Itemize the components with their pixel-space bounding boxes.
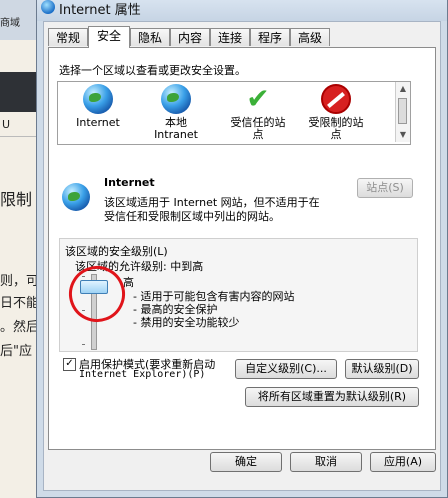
- zone-list-scrollbar[interactable]: ▲ ▼: [395, 82, 410, 142]
- tab-general[interactable]: 常规: [48, 28, 88, 46]
- zone-local-intranet[interactable]: 本地 Intranet: [136, 84, 216, 141]
- background-divider: [0, 136, 40, 137]
- cancel-button[interactable]: 取消: [290, 452, 362, 472]
- ie-globe-icon: [41, 0, 55, 14]
- dialog-client-area: 常规 安全 隐私 内容 连接 程序 高级 选择一个区域以查看或更改安全设置。 I…: [43, 21, 441, 491]
- zone-trusted-sites[interactable]: ✔ 受信任的站 点: [218, 84, 298, 141]
- intranet-icon: [161, 84, 191, 114]
- tab-programs[interactable]: 程序: [250, 28, 290, 46]
- background-text-2: 限制: [0, 190, 33, 209]
- background-text-5: 。然后: [0, 320, 40, 335]
- tab-privacy[interactable]: 隐私: [130, 28, 170, 46]
- background-underline-button[interactable]: U: [2, 118, 10, 131]
- reset-all-zones-button[interactable]: 将所有区域重置为默认级别(R): [245, 387, 419, 407]
- no-entry-icon: [321, 84, 351, 114]
- internet-options-dialog: Internet 属性 常规 安全 隐私 内容 连接 程序 高级 选择一个区域以…: [36, 0, 448, 498]
- globe-icon: [83, 84, 113, 114]
- zone-restricted-label: 受限制的站 点: [308, 116, 364, 141]
- zone-internet-label: Internet: [76, 116, 120, 129]
- zone-list: Internet 本地 Intranet ✔ 受信任的站 点 受限制的站 点 ▲: [57, 81, 411, 145]
- zone-trusted-label: 受信任的站 点: [230, 116, 286, 141]
- background-text-6: 后"应: [0, 344, 32, 359]
- tab-advanced[interactable]: 高级: [290, 28, 330, 46]
- checkmark-icon: ✔: [246, 82, 270, 115]
- selected-zone-title: Internet: [104, 176, 155, 189]
- security-panel: 选择一个区域以查看或更改安全设置。 Internet 本地 Intranet ✔…: [48, 47, 436, 450]
- sites-button[interactable]: 站点(S): [357, 178, 413, 198]
- scroll-up-icon[interactable]: ▲: [398, 84, 408, 94]
- security-level-label: 该区域的安全级别(L): [65, 245, 168, 258]
- zone-intranet-label: 本地 Intranet: [154, 116, 198, 141]
- tab-content[interactable]: 内容: [170, 28, 210, 46]
- selected-zone-globe-icon: [62, 183, 90, 211]
- scroll-down-icon[interactable]: ▼: [398, 130, 408, 140]
- tab-security[interactable]: 安全: [88, 26, 130, 48]
- level-point-3: - 禁用的安全功能较少: [133, 316, 240, 329]
- apply-button[interactable]: 应用(A): [370, 452, 436, 472]
- background-toolbar: [0, 72, 40, 112]
- slider-tick: [82, 344, 85, 345]
- ok-button[interactable]: 确定: [210, 452, 282, 472]
- zone-internet[interactable]: Internet: [58, 84, 138, 129]
- zone-restricted-sites[interactable]: 受限制的站 点: [296, 84, 376, 141]
- background-text-3: 则，可: [0, 274, 40, 289]
- background-text-1: 商域: [0, 18, 20, 29]
- tab-connections[interactable]: 连接: [210, 28, 250, 46]
- protected-mode-checkbox[interactable]: ✓: [63, 358, 76, 371]
- custom-level-button[interactable]: 自定义级别(C)...: [235, 359, 337, 379]
- zone-description-line2: 受信任和受限制区域中列出的网站。: [104, 210, 280, 223]
- scroll-thumb[interactable]: [398, 98, 407, 124]
- zone-instruction: 选择一个区域以查看或更改安全设置。: [59, 64, 246, 77]
- protected-mode-label-2[interactable]: Internet Explorer)(P): [79, 369, 205, 380]
- dialog-title: Internet 属性: [59, 3, 141, 18]
- title-bar[interactable]: Internet 属性: [37, 0, 447, 21]
- default-level-button[interactable]: 默认级别(D): [345, 359, 419, 379]
- background-text-4: 日不能: [0, 296, 40, 311]
